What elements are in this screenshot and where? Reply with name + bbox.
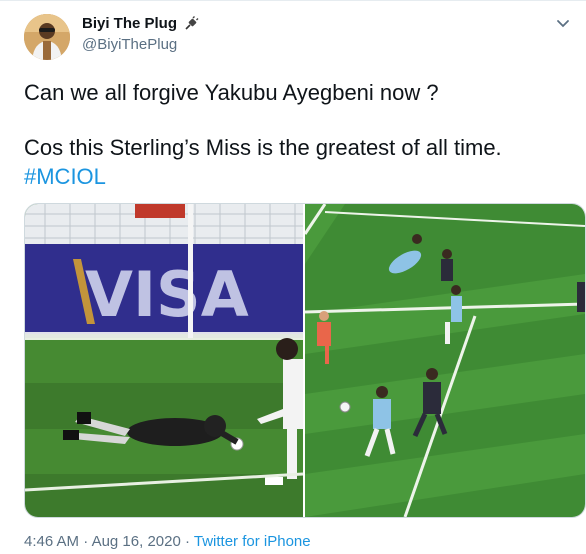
electric-plug-icon: [185, 15, 199, 30]
goalkeeper-photo: VISA: [25, 204, 303, 517]
chevron-down-icon[interactable]: [554, 14, 572, 32]
tweet-media[interactable]: VISA: [24, 203, 586, 518]
tweet-line-1: Can we all forgive Yakubu Ayegbeni now ?: [24, 80, 439, 105]
visa-ad-text: VISA: [85, 258, 249, 331]
tweet-source-link[interactable]: Twitter for iPhone: [194, 533, 311, 550]
author-name-row[interactable]: Biyi The Plug: [82, 15, 199, 32]
author-handle[interactable]: @BiyiThePlug: [82, 36, 177, 53]
football-match-photo: [305, 204, 585, 517]
avatar-image: [24, 14, 70, 60]
tweet-text: Can we all forgive Yakubu Ayegbeni now ?…: [24, 78, 564, 191]
avatar[interactable]: [24, 14, 70, 60]
media-image-right[interactable]: [305, 204, 585, 517]
meta-separator: ·: [79, 533, 92, 550]
tweet-metadata: 4:46 AM · Aug 16, 2020 · Twitter for iPh…: [24, 533, 311, 550]
media-image-left[interactable]: VISA: [25, 204, 303, 517]
tweet-time[interactable]: 4:46 AM: [24, 533, 79, 550]
tweet-date[interactable]: Aug 16, 2020: [92, 533, 181, 550]
top-divider: [0, 0, 586, 1]
tweet-line-2: Cos this Sterling’s Miss is the greatest…: [24, 135, 502, 160]
hashtag-link[interactable]: #MCIOL: [24, 162, 564, 191]
meta-separator-2: ·: [180, 533, 194, 550]
author-name[interactable]: Biyi The Plug: [82, 15, 177, 32]
